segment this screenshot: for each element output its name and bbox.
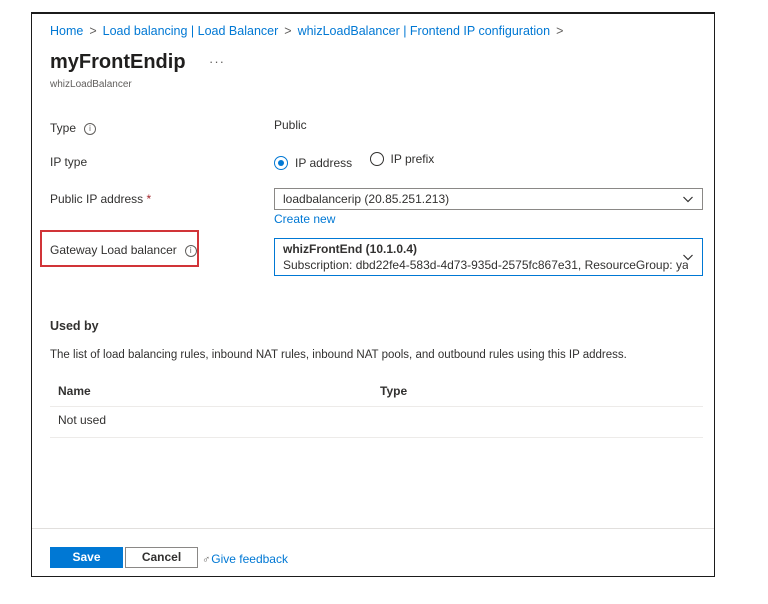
required-marker: * (146, 192, 152, 206)
public-ip-label-text: Public IP address (50, 192, 144, 206)
save-button[interactable]: Save (50, 547, 123, 568)
column-header-name: Name (58, 384, 91, 398)
public-ip-dropdown-value: loadbalancerip (20.85.251.213) (283, 192, 450, 206)
breadcrumb-frontend-ip-config[interactable]: whizLoadBalancer | Frontend IP configura… (298, 24, 550, 38)
public-ip-dropdown[interactable]: loadbalancerip (20.85.251.213) (274, 188, 703, 210)
breadcrumb-separator: > (284, 24, 292, 38)
feedback-icon: ♂ (202, 554, 211, 566)
radio-selected-icon (274, 156, 288, 170)
info-icon[interactable]: i (84, 122, 97, 135)
gateway-lb-label: Gateway Load balancer i (50, 243, 197, 257)
ip-address-radio[interactable]: IP address (274, 156, 352, 170)
cancel-button[interactable]: Cancel (125, 547, 198, 568)
used-by-description: The list of load balancing rules, inboun… (50, 349, 627, 361)
create-new-link[interactable]: Create new (274, 212, 335, 226)
breadcrumb: Home > Load balancing | Load Balancer > whiz… (50, 24, 569, 38)
ip-type-label: IP type (50, 155, 88, 169)
public-ip-label: Public IP address * (50, 192, 151, 206)
blade-panel: Home > Load balancing | Load Balancer > whiz… (31, 12, 715, 577)
radio-unselected-icon (369, 152, 384, 166)
table-cell-name: Not used (58, 413, 107, 427)
info-icon[interactable]: i (184, 244, 197, 257)
gateway-lb-dropdown[interactable]: whizFrontEnd (10.1.0.4) Subscription: db… (274, 238, 703, 276)
ip-address-radio-label: IP address (295, 156, 353, 170)
chevron-down-icon (683, 254, 693, 261)
type-label-text: Type (50, 121, 77, 135)
chevron-down-icon (683, 196, 693, 203)
table-row: Not used (58, 413, 106, 427)
table-divider (50, 437, 703, 438)
gateway-lb-dropdown-detail: Subscription: dbd22fe4-583d-4d73-935d-25… (283, 258, 688, 272)
breadcrumb-separator: > (556, 24, 564, 38)
ip-type-radio-group: IP address IP prefix (274, 152, 448, 170)
gateway-lb-label-text: Gateway Load balancer (50, 243, 177, 257)
breadcrumb-home[interactable]: Home (50, 24, 83, 38)
page-subtitle: whizLoadBalancer (50, 79, 132, 90)
used-by-heading: Used by (50, 319, 99, 333)
ip-prefix-radio-label: IP prefix (390, 152, 435, 166)
more-options-button[interactable]: ··· (209, 54, 225, 69)
ip-prefix-radio[interactable]: IP prefix (369, 152, 435, 166)
give-feedback-label: Give feedback (211, 552, 288, 566)
column-header-type: Type (380, 384, 408, 398)
type-label: Type i (50, 121, 97, 135)
breadcrumb-separator: > (89, 24, 97, 38)
breadcrumb-load-balancing[interactable]: Load balancing | Load Balancer (103, 24, 279, 38)
gateway-lb-dropdown-title: whizFrontEnd (10.1.0.4) (283, 242, 418, 256)
table-divider (50, 406, 703, 407)
page-title: myFrontEndip (50, 51, 186, 73)
type-value: Public (274, 118, 307, 132)
footer-divider (32, 528, 714, 529)
give-feedback-link[interactable]: ♂Give feedback (202, 552, 288, 566)
